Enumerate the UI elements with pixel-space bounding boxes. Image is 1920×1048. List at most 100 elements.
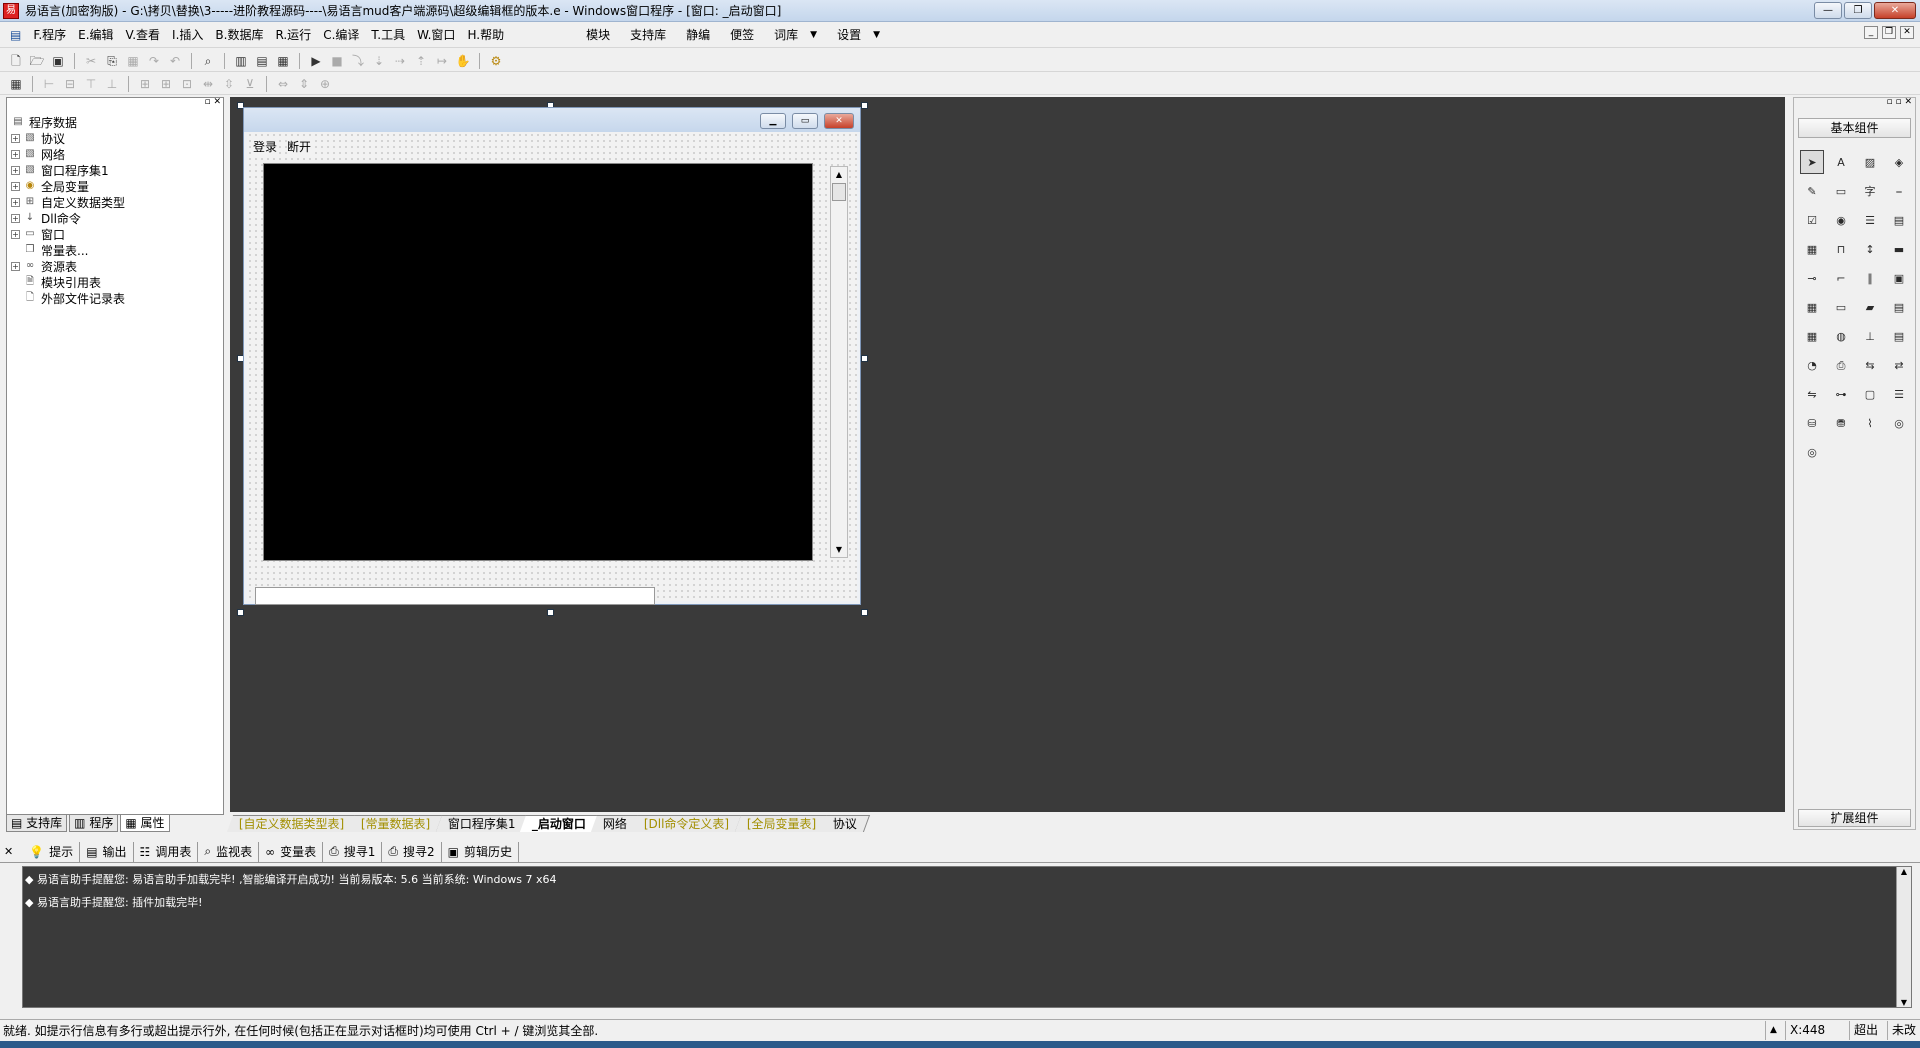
tree-root[interactable]: ▤ 程序数据 — [11, 114, 125, 130]
frame-icon[interactable]: ▢ — [1858, 382, 1882, 406]
mdi-minimize-icon[interactable]: _ — [1864, 26, 1878, 39]
tab-program[interactable]: ▥ 程序 — [69, 814, 119, 832]
basic-components-header[interactable]: 基本组件 — [1798, 118, 1911, 138]
expand-icon[interactable]: + — [11, 181, 20, 191]
menu-program[interactable]: F.程序 — [27, 26, 72, 43]
scroll-thumb[interactable] — [832, 183, 846, 201]
doc-tab[interactable]: 协议 — [820, 815, 871, 832]
same-width-icon[interactable]: ⊞ — [137, 76, 153, 92]
extended-components-footer[interactable]: 扩展组件 — [1798, 809, 1911, 827]
menu-module[interactable]: 模块 — [580, 26, 616, 43]
same-height-icon[interactable]: ⊞ — [158, 76, 174, 92]
run-icon[interactable]: ▶ — [308, 53, 324, 69]
expand-icon[interactable]: + — [11, 197, 20, 207]
richedit-icon[interactable]: ☰ — [1887, 382, 1911, 406]
tree-node-module-refs[interactable]: 🗎 模块引用表 — [11, 274, 125, 290]
menu-window[interactable]: W.窗口 — [411, 26, 461, 43]
input-editbox[interactable] — [255, 587, 655, 605]
close-icon[interactable]: ✕ — [4, 845, 13, 858]
toolbar-icon[interactable]: ⊥ — [1858, 324, 1882, 348]
chevron-down-icon[interactable]: ▼ — [867, 30, 886, 40]
redo-icon[interactable]: ↷ — [146, 53, 162, 69]
tree-node-custom-types[interactable]: + ⊞ 自定义数据类型 — [11, 194, 125, 210]
timer-icon[interactable]: ◔ — [1800, 353, 1824, 377]
client-icon[interactable]: ⇋ — [1800, 382, 1824, 406]
tab-support-lib[interactable]: ▤ 支持库 — [6, 814, 68, 832]
menu-compile[interactable]: C.编译 — [317, 26, 365, 43]
layout1-icon[interactable]: ▥ — [233, 53, 249, 69]
scrollbar-icon[interactable]: ↕ — [1858, 237, 1882, 261]
server-icon[interactable]: ⇄ — [1887, 353, 1911, 377]
center-both-icon[interactable]: ⊕ — [317, 76, 333, 92]
chevron-up-icon[interactable]: ▲ — [1765, 1021, 1785, 1040]
status-icon[interactable]: ▤ — [1887, 324, 1911, 348]
hand-icon[interactable]: ✋ — [455, 53, 471, 69]
menu-lexicon[interactable]: 词库 — [768, 26, 804, 43]
grid-icon[interactable]: ▦ — [1800, 324, 1824, 348]
space-h-icon[interactable]: ⇹ — [200, 76, 216, 92]
align-top-icon[interactable]: ⊤ — [83, 76, 99, 92]
scroll-up-icon[interactable]: ▲ — [1897, 867, 1911, 876]
output-console[interactable]: ◆ 易语言助手提醒您: 易语言助手加载完毕! ,智能编译开启成功! 当前易版本:… — [22, 866, 1912, 1008]
odbc-icon[interactable]: ◎ — [1887, 411, 1911, 435]
copy-icon[interactable]: ⎘ — [104, 53, 120, 69]
find-icon[interactable]: ⌕ — [200, 53, 216, 69]
resize-handle[interactable] — [861, 102, 868, 109]
doc-tab[interactable]: [常量数据表] — [349, 815, 444, 832]
odbc2-icon[interactable]: ◎ — [1800, 440, 1824, 464]
calendar-icon[interactable]: ▦ — [1800, 295, 1824, 319]
listbox-icon[interactable]: ☰ — [1858, 208, 1882, 232]
tree-node-globals[interactable]: + ◉ 全局变量 — [11, 178, 125, 194]
tree-node-constants[interactable]: ❒ 常量表... — [11, 242, 125, 258]
line-icon[interactable]: ⎯ — [1887, 179, 1911, 203]
resize-handle[interactable] — [237, 609, 244, 616]
resize-handle[interactable] — [547, 609, 554, 616]
step-into-icon[interactable]: ⇣ — [371, 53, 387, 69]
output-scrollbar[interactable]: ▲ ▼ — [1896, 867, 1911, 1007]
tab-output[interactable]: ▤ 输出 — [80, 841, 134, 862]
stop-icon[interactable]: ■ — [329, 53, 345, 69]
run-to-cursor-icon[interactable]: ↦ — [434, 53, 450, 69]
combobox-icon[interactable]: ▤ — [1887, 208, 1911, 232]
menu-settings[interactable]: 设置 — [831, 26, 867, 43]
tree-node-dll[interactable]: + ↓ Dll命令 — [11, 210, 125, 226]
close-button[interactable]: ✕ — [1874, 2, 1916, 19]
align-bottom-icon[interactable]: ⊥ — [104, 76, 120, 92]
doc-tab[interactable]: [Dll命令定义表] — [632, 815, 743, 832]
panel-icon[interactable]: ⌐ — [1829, 266, 1853, 290]
table-icon[interactable]: ▦ — [1800, 237, 1824, 261]
treeview-icon[interactable]: ⊶ — [1829, 382, 1853, 406]
scroll-down-icon[interactable]: ▼ — [1897, 998, 1911, 1007]
step-out-icon[interactable]: ⇡ — [413, 53, 429, 69]
menu-help[interactable]: H.帮助 — [461, 26, 510, 43]
splitter-icon[interactable]: ∥ — [1858, 266, 1882, 290]
spread-icon[interactable]: ⊻ — [242, 76, 258, 92]
db-icon[interactable]: ⛁ — [1800, 411, 1824, 435]
vertical-scrollbar[interactable]: ▲ ▼ — [830, 166, 848, 558]
plugin-icon[interactable]: ⚙ — [488, 53, 504, 69]
progress-icon[interactable]: ▬ — [1887, 237, 1911, 261]
scroll-down-icon[interactable]: ▼ — [831, 542, 847, 557]
menu-static-compile[interactable]: 静编 — [680, 26, 716, 43]
chart-icon[interactable]: ⌇ — [1858, 411, 1882, 435]
button-icon[interactable]: ▭ — [1829, 295, 1853, 319]
new-file-icon[interactable]: 🗋 — [8, 53, 24, 69]
layout2-icon[interactable]: ▤ — [254, 53, 270, 69]
align-center-icon[interactable]: ⊟ — [62, 76, 78, 92]
panel-controls[interactable]: ▫ ✕ — [204, 97, 221, 107]
tree-node-network[interactable]: + ▧ 网络 — [11, 146, 125, 162]
tab-calls[interactable]: ☷ 调用表 — [134, 841, 199, 862]
tab-search1[interactable]: ⎙ 搜寻1 — [323, 841, 383, 862]
step-icon[interactable]: ⤵ — [350, 53, 366, 69]
tree-node-resources[interactable]: + ∞ 资源表 — [11, 258, 125, 274]
tab-hint[interactable]: 💡 提示 — [23, 841, 81, 862]
same-size-icon[interactable]: ⊡ — [179, 76, 195, 92]
designed-menu-login[interactable]: 登录 — [253, 138, 278, 155]
save-icon[interactable]: ▣ — [50, 53, 66, 69]
menu-database[interactable]: B.数据库 — [209, 26, 269, 43]
mdi-close-icon[interactable]: ✕ — [1900, 26, 1914, 39]
resize-handle[interactable] — [861, 609, 868, 616]
designed-window[interactable]: ▁ ▭ ✕ 登录 断开 ▲ ▼ — [243, 107, 861, 605]
tab-clipboard-history[interactable]: ▣ 剪辑历史 — [442, 841, 519, 862]
doc-tab[interactable]: [全局变量表] — [734, 815, 830, 832]
